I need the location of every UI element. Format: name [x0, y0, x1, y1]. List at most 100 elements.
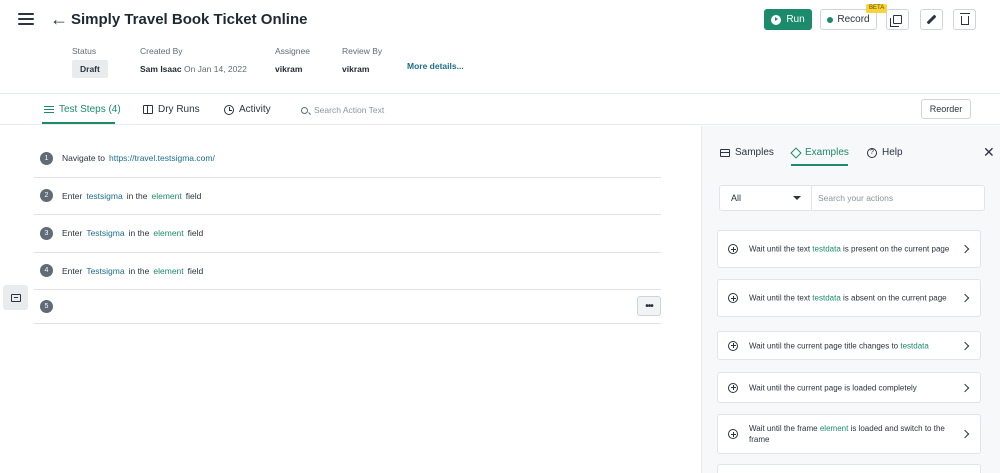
record-dot-icon: [827, 16, 834, 23]
help-icon: ?: [867, 147, 877, 158]
reorder-button[interactable]: Reorder: [921, 99, 971, 119]
list-item[interactable]: Wait until the text testdata is absent o…: [717, 279, 981, 317]
search-action-placeholder: Search Action Text: [314, 105, 385, 115]
tab-examples-label: Examples: [805, 147, 849, 158]
run-button[interactable]: Run: [764, 9, 812, 30]
tab-samples[interactable]: Samples: [720, 147, 774, 158]
example-test-data: testdata: [900, 341, 929, 350]
meta-status: Status Draft: [72, 46, 108, 78]
table-row[interactable]: 3 Enter Testsigma in the element field: [34, 215, 661, 253]
beta-badge: BETA: [866, 4, 888, 13]
chevron-right-icon: [960, 341, 970, 350]
step-test-data[interactable]: Testsigma: [86, 228, 124, 238]
search-icon: [301, 106, 308, 114]
example-text-part: is present on the current page: [843, 244, 950, 254]
more-details-link[interactable]: More details...: [407, 61, 464, 71]
meta-created-by: Created By Sam Isaac On Jan 14, 2022: [140, 46, 247, 74]
step-text: field: [187, 228, 204, 239]
edit-button[interactable]: [920, 9, 943, 30]
step-number: 5: [40, 300, 53, 313]
tab-bar: Test Steps (4) Dry Runs Activity Search …: [0, 94, 1000, 125]
plus-circle-icon: [728, 340, 738, 351]
example-text: Wait until the text testdata is absent o…: [749, 293, 954, 304]
plus-circle-icon: [728, 293, 738, 303]
book-icon: [143, 105, 153, 114]
comment-button[interactable]: [3, 285, 28, 310]
menu-icon[interactable]: [18, 13, 34, 25]
back-arrow-icon[interactable]: ←: [50, 10, 68, 28]
step-element[interactable]: element: [152, 191, 182, 201]
step-number: 3: [40, 226, 53, 240]
example-text-part: is absent on the current page: [843, 293, 947, 303]
list-item[interactable]: Wait until the current page title change…: [717, 331, 981, 360]
copy-button[interactable]: [886, 9, 909, 30]
step-text: Enter: [62, 228, 83, 239]
search-action-input[interactable]: Search Action Text: [301, 105, 384, 115]
tab-activity[interactable]: Activity: [224, 104, 271, 115]
example-text: Wait until the current page title change…: [749, 340, 954, 351]
table-row[interactable]: 2 Enter testsigma in the element field: [34, 178, 661, 215]
tab-activity-label: Activity: [239, 104, 271, 115]
list-item[interactable]: Wait until the current page is loaded co…: [717, 372, 981, 403]
copy-icon: [890, 15, 902, 27]
step-number: 1: [40, 151, 53, 165]
review-by-value: vikram: [342, 64, 370, 74]
step-test-data[interactable]: Testsigma: [86, 266, 124, 276]
meta-review-by: Review By vikram: [342, 46, 382, 74]
diamond-icon: [790, 146, 802, 159]
meta-assignee: Assignee vikram: [275, 46, 310, 74]
step-url[interactable]: https://travel.testsigma.com/: [109, 153, 215, 163]
tab-samples-label: Samples: [735, 147, 774, 158]
page-title: Simply Travel Book Ticket Online: [71, 11, 308, 28]
example-text-part: Wait until the current page is loaded co…: [749, 383, 917, 392]
plus-circle-icon: [728, 244, 738, 254]
category-select[interactable]: All: [720, 186, 812, 210]
status-label: Status: [72, 46, 97, 56]
delete-button[interactable]: [953, 9, 976, 30]
step-text: Enter: [62, 190, 83, 201]
status-badge[interactable]: Draft: [72, 60, 108, 78]
chevron-right-icon: [960, 293, 970, 303]
created-by-name: Sam Isaac: [140, 64, 182, 74]
record-label: Record: [837, 14, 870, 25]
table-row[interactable]: 1 Navigate to https://travel.testsigma.c…: [34, 140, 661, 178]
example-text-part: Wait until the text: [749, 244, 811, 254]
samples-icon: [720, 148, 730, 157]
step-text: field: [187, 265, 204, 276]
step-number: 4: [40, 264, 53, 278]
table-row[interactable]: 4 Enter Testsigma in the element field: [34, 253, 661, 290]
comment-icon: [10, 293, 21, 302]
example-text-part: Wait until the text: [749, 293, 811, 303]
list-item[interactable]: Wait until the text testdata is present …: [717, 230, 981, 268]
tab-examples[interactable]: Examples: [790, 146, 849, 159]
step-text: in the: [128, 228, 150, 239]
list-item[interactable]: Wait until the frame element is loaded a…: [717, 414, 981, 454]
example-test-data: testdata: [812, 293, 841, 303]
table-row[interactable]: 5 •••: [34, 290, 661, 324]
tab-dry-runs[interactable]: Dry Runs: [143, 104, 200, 115]
step-test-data[interactable]: testsigma: [86, 191, 122, 201]
play-icon: [771, 14, 782, 25]
chevron-right-icon: [960, 429, 970, 439]
tab-help[interactable]: ? Help: [867, 147, 903, 158]
step-text: in the: [126, 190, 148, 201]
example-test-data: testdata: [812, 244, 841, 254]
step-number: 2: [40, 189, 53, 203]
category-select-value: All: [731, 193, 742, 203]
example-text: Wait until the frame element is loaded a…: [749, 423, 954, 445]
example-element: element: [819, 424, 849, 433]
close-icon[interactable]: ✕: [983, 144, 995, 161]
chevron-down-icon: [793, 196, 801, 200]
step-more-button[interactable]: •••: [637, 296, 661, 316]
tab-test-steps[interactable]: Test Steps (4): [44, 104, 121, 115]
page-header: ← Simply Travel Book Ticket Online Run R…: [0, 0, 1000, 94]
assignee-value: vikram: [275, 64, 303, 74]
action-filter-bar: All Search your actions: [719, 185, 985, 211]
list-item[interactable]: [717, 464, 981, 473]
step-element[interactable]: element: [153, 228, 183, 238]
search-actions-input[interactable]: Search your actions: [818, 193, 893, 203]
created-by-label: Created By: [140, 46, 183, 56]
example-text-part: Wait until the current page title change…: [749, 341, 899, 350]
active-tab-indicator: [42, 122, 115, 124]
step-element[interactable]: element: [153, 266, 183, 276]
